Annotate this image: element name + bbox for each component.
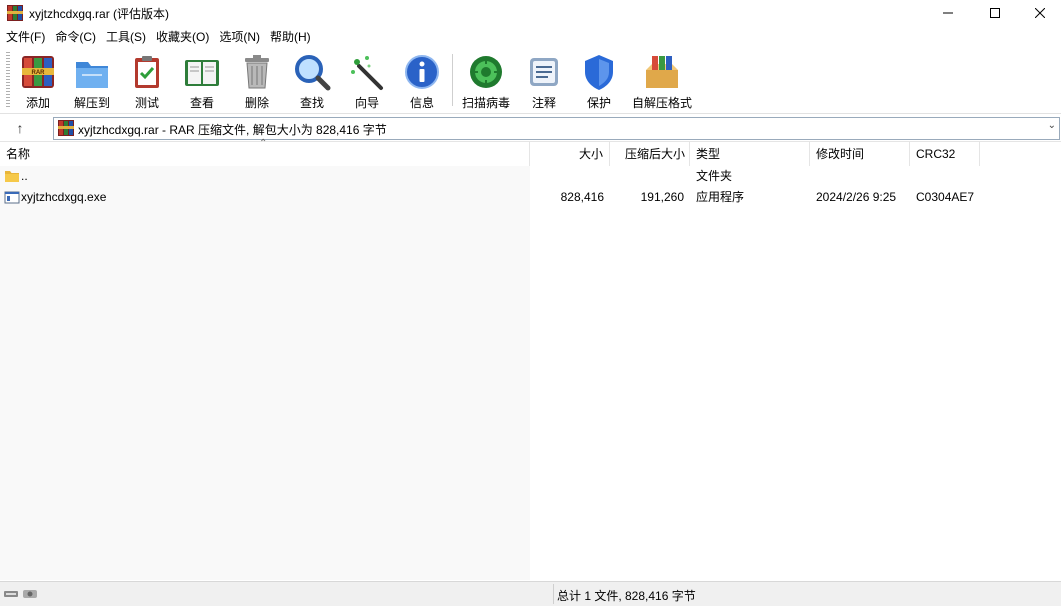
exe-file-icon — [4, 191, 20, 204]
view-book-icon — [185, 60, 219, 86]
minimize-button[interactable] — [925, 0, 971, 26]
status-bar: 总计 1 文件, 828,416 字节 — [0, 581, 1061, 606]
file-packed-size — [610, 166, 684, 187]
file-packed-size: 191,260 — [640, 190, 684, 204]
add-button[interactable]: RAR 添加 — [10, 50, 66, 110]
sfx-archive-icon — [646, 56, 678, 88]
add-archive-icon: RAR — [22, 56, 54, 88]
comment-label: 注释 — [531, 96, 556, 110]
wizard-button[interactable]: 向导 — [339, 50, 395, 110]
menu-file[interactable]: 文件(F) — [0, 28, 49, 45]
add-label: 添加 — [25, 96, 50, 110]
window-title: xyjtzhcdxgq.rar (评估版本) — [29, 7, 170, 21]
info-icon — [405, 55, 439, 89]
menu-commands[interactable]: 命令(C) — [49, 28, 100, 45]
maximize-icon — [990, 8, 1000, 18]
winrar-app-icon — [7, 5, 23, 21]
file-name: xyjtzhcdxgq.exe — [21, 190, 107, 204]
test-clipboard-icon — [135, 56, 159, 88]
find-label: 查找 — [299, 96, 324, 110]
column-header-row: ⌃ 名称 大小 压缩后大小 类型 修改时间 CRC32 — [0, 138, 1061, 166]
extract-to-label: 解压到 — [73, 96, 110, 110]
menu-options[interactable]: 选项(N) — [213, 28, 264, 45]
status-summary: 总计 1 文件, 828,416 字节 — [557, 589, 696, 603]
view-button[interactable]: 查看 — [174, 50, 230, 110]
find-button[interactable]: 查找 — [284, 50, 340, 110]
test-button[interactable]: 测试 — [119, 50, 175, 110]
magnifier-icon — [295, 55, 331, 91]
trash-icon — [245, 55, 269, 89]
info-label: 信息 — [409, 96, 434, 110]
file-type: 应用程序 — [696, 190, 745, 204]
toolbar-separator — [452, 54, 453, 106]
list-item[interactable]: .. 文件夹 — [0, 166, 1061, 187]
address-text: xyjtzhcdxgq.rar - RAR 压缩文件, 解包大小为 828,41… — [78, 123, 387, 137]
sfx-label: 自解压格式 — [631, 96, 692, 110]
magic-wand-icon — [351, 56, 383, 90]
comment-icon — [530, 58, 558, 86]
file-crc32: C0304AE7 — [916, 190, 975, 204]
file-size — [530, 166, 604, 187]
column-header-packed-size[interactable]: 压缩后大小 — [610, 142, 690, 166]
column-header-modified[interactable]: 修改时间 — [810, 142, 910, 166]
shield-icon — [585, 55, 613, 90]
name-column-background — [0, 166, 530, 580]
wizard-label: 向导 — [354, 96, 379, 110]
minimize-icon — [943, 12, 953, 14]
column-header-name[interactable]: 名称 — [0, 142, 530, 166]
file-type: 文件夹 — [696, 169, 733, 183]
drive-status-icon — [4, 590, 37, 598]
up-one-level-button[interactable]: ↑ — [10, 118, 30, 138]
sfx-button[interactable]: 自解压格式 — [626, 50, 698, 110]
file-size: 828,416 — [560, 190, 604, 204]
virus-scan-icon — [470, 56, 502, 88]
menu-favorites[interactable]: 收藏夹(O) — [150, 28, 213, 45]
delete-label: 删除 — [244, 96, 269, 110]
protect-button[interactable]: 保护 — [571, 50, 627, 110]
extract-folder-icon — [76, 62, 108, 88]
delete-button[interactable]: 删除 — [229, 50, 285, 110]
file-name: .. — [21, 169, 28, 183]
status-divider — [553, 584, 554, 604]
file-modified: 2024/2/26 9:25 — [816, 190, 897, 204]
close-button[interactable] — [1017, 0, 1061, 26]
menu-help[interactable]: 帮助(H) — [264, 28, 315, 45]
column-header-size[interactable]: 大小 — [530, 142, 610, 166]
scan-virus-button[interactable]: 扫描病毒 — [458, 50, 514, 110]
toolbar: RAR 添加 解压到 测试 查看 删除 查找 向导 信息 扫描病毒 注释 保护 … — [0, 46, 1061, 114]
close-icon — [1035, 8, 1045, 18]
svg-text:RAR: RAR — [32, 70, 46, 76]
file-list[interactable]: .. 文件夹 xyjtzhcdxgq.exe 828,416 191,260 应… — [0, 166, 1061, 580]
rar-archive-icon — [58, 120, 74, 136]
comment-button[interactable]: 注释 — [516, 50, 572, 110]
chevron-down-icon[interactable]: ⌄ — [1048, 120, 1056, 131]
scan-virus-label: 扫描病毒 — [461, 96, 510, 110]
menu-tools[interactable]: 工具(S) — [100, 28, 150, 45]
menu-bar: 文件(F) 命令(C) 工具(S) 收藏夹(O) 选项(N) 帮助(H) — [0, 26, 1061, 46]
folder-icon — [5, 171, 19, 182]
maximize-button[interactable] — [972, 0, 1018, 26]
info-button[interactable]: 信息 — [394, 50, 450, 110]
test-label: 测试 — [134, 96, 159, 110]
address-bar: ↑ xyjtzhcdxgq.rar - RAR 压缩文件, 解包大小为 828,… — [0, 114, 1061, 142]
view-label: 查看 — [189, 96, 214, 110]
title-bar: xyjtzhcdxgq.rar (评估版本) — [0, 0, 1061, 26]
list-item[interactable]: xyjtzhcdxgq.exe 828,416 191,260 应用程序 202… — [0, 187, 1061, 208]
protect-label: 保护 — [586, 96, 611, 110]
address-field[interactable]: xyjtzhcdxgq.rar - RAR 压缩文件, 解包大小为 828,41… — [53, 117, 1060, 140]
column-header-crc32[interactable]: CRC32 — [910, 142, 980, 166]
column-header-type[interactable]: 类型 — [690, 142, 810, 166]
extract-to-button[interactable]: 解压到 — [64, 50, 120, 110]
